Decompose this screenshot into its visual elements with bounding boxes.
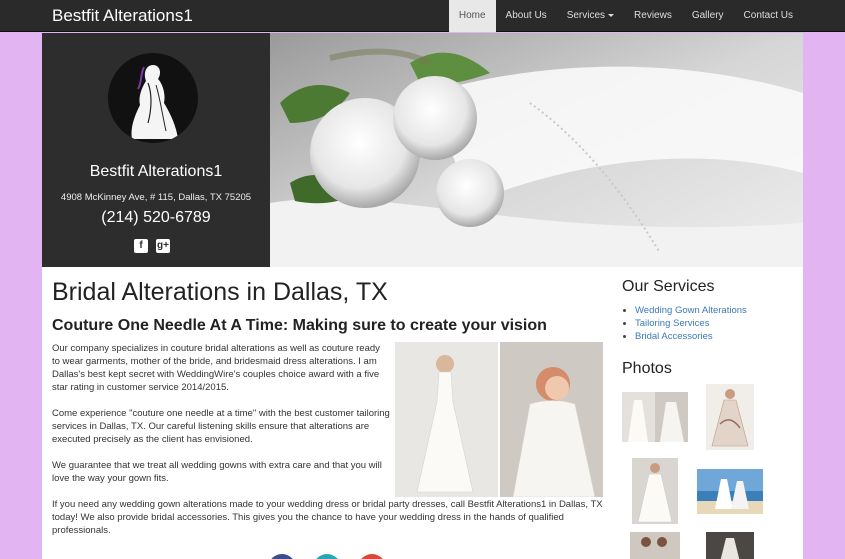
services-heading: Our Services xyxy=(622,278,715,295)
bridal-gown-photo xyxy=(395,342,603,497)
gallery-thumbnail-3[interactable] xyxy=(632,458,678,524)
nav-home[interactable]: Home xyxy=(448,0,496,32)
services-list: Wedding Gown Alterations Tailoring Servi… xyxy=(635,304,747,343)
nav-menu: Home About Us Services Reviews Gallery C… xyxy=(448,0,803,32)
nav-reviews[interactable]: Reviews xyxy=(624,0,682,32)
social-share-icons xyxy=(271,554,383,559)
list-item: Tailoring Services xyxy=(635,317,747,330)
business-phone[interactable]: (214) 520-6789 xyxy=(42,209,270,227)
experience-paragraph: Come experience "couture one needle at a… xyxy=(52,408,390,445)
facebook-icon[interactable]: f xyxy=(134,239,148,253)
chevron-down-icon xyxy=(608,13,615,17)
brand-link[interactable]: Bestfit Alterations1 xyxy=(52,6,193,26)
main-content: Bridal Alterations in Dallas, TX Couture… xyxy=(42,267,803,559)
nav-services-label: Services xyxy=(566,10,606,21)
business-address: 4908 McKinney Ave, # 115, Dallas, TX 752… xyxy=(60,192,252,203)
nav-services[interactable]: Services xyxy=(557,0,624,32)
hero-roses-photo xyxy=(270,33,803,267)
navbar: Bestfit Alterations1 Home About Us Servi… xyxy=(0,0,845,32)
service-link-tailoring[interactable]: Tailoring Services xyxy=(635,318,709,329)
gallery-thumbnail-4[interactable] xyxy=(697,469,763,514)
list-item: Bridal Accessories xyxy=(635,330,747,343)
social-links: f g+ xyxy=(134,239,170,253)
nav-about-us[interactable]: About Us xyxy=(496,0,557,32)
hero-banner: Bestfit Alterations1 4908 McKinney Ave, … xyxy=(42,33,803,267)
photos-heading: Photos xyxy=(622,360,672,377)
gallery-thumbnail-1[interactable] xyxy=(622,392,688,442)
guarantee-paragraph: We guarantee that we treat all wedding g… xyxy=(52,460,382,484)
business-name: Bestfit Alterations1 xyxy=(89,163,223,180)
gallery-thumbnail-2[interactable] xyxy=(706,384,754,450)
page-subtitle: Couture One Needle At A Time: Making sur… xyxy=(52,317,547,334)
business-info-panel: Bestfit Alterations1 4908 McKinney Ave, … xyxy=(42,33,270,267)
service-link-accessories[interactable]: Bridal Accessories xyxy=(635,331,713,342)
google-plus-icon[interactable]: g+ xyxy=(156,239,170,253)
intro-paragraph: Our company specializes in couture brida… xyxy=(52,343,380,393)
nav-gallery[interactable]: Gallery xyxy=(682,0,734,32)
bride-logo xyxy=(108,53,198,143)
page-title: Bridal Alterations in Dallas, TX xyxy=(52,278,388,306)
nav-contact-us[interactable]: Contact Us xyxy=(734,0,803,32)
gallery-thumbnail-6[interactable] xyxy=(706,532,754,559)
service-link-wedding-gown[interactable]: Wedding Gown Alterations xyxy=(635,305,747,316)
gallery-thumbnail-5[interactable] xyxy=(630,532,680,559)
call-to-action-paragraph: If you need any wedding gown alterations… xyxy=(52,499,603,536)
list-item: Wedding Gown Alterations xyxy=(635,304,747,317)
